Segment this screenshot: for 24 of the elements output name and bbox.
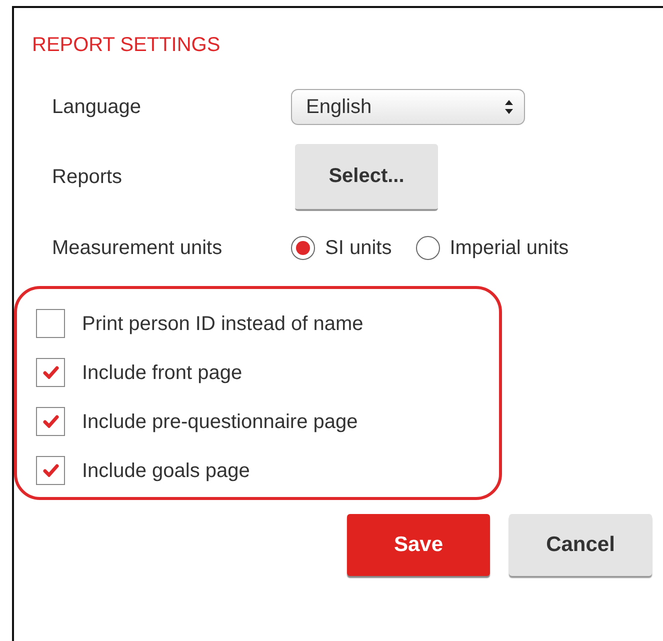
save-button[interactable]: Save	[347, 514, 490, 576]
checkmark-icon	[42, 464, 58, 477]
field-label: Reports	[52, 165, 124, 190]
select-button[interactable]: Select...	[295, 144, 438, 210]
field-label: Measurement units	[52, 236, 224, 261]
checkbox[interactable]	[36, 309, 65, 338]
checkmark-icon	[42, 366, 58, 379]
radio-label[interactable]: Imperial units	[450, 233, 569, 263]
radio-label[interactable]: SI units	[325, 233, 392, 263]
field-label: Language	[52, 95, 142, 120]
checkbox-label[interactable]: Print person ID instead of name	[82, 308, 364, 338]
updown-arrows-icon	[504, 99, 514, 115]
radio-button[interactable]	[416, 236, 440, 260]
checkbox[interactable]	[36, 407, 65, 436]
cancel-button[interactable]: Cancel	[509, 514, 652, 576]
checkmark-icon	[42, 415, 58, 428]
radio-button[interactable]	[291, 236, 315, 260]
checkbox-label[interactable]: Include front page	[82, 358, 242, 388]
checkbox[interactable]	[36, 456, 65, 485]
language-select[interactable]: English	[291, 89, 525, 125]
checkbox-label[interactable]: Include goals page	[82, 456, 250, 486]
panel-title: REPORT SETTINGS	[32, 33, 220, 58]
checkbox-label[interactable]: Include pre-questionnaire page	[82, 406, 358, 436]
checkbox[interactable]	[36, 358, 65, 387]
